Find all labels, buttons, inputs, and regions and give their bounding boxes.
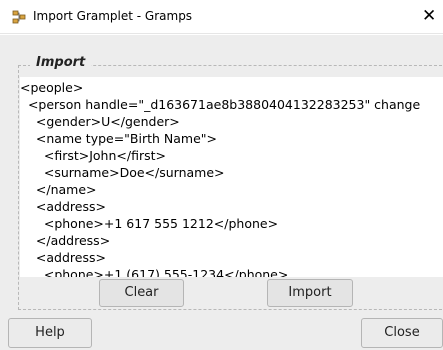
editor-line: <phone>+1 617 555 1212</phone> xyxy=(20,216,279,231)
editor-line: <name type="Birth Name"> xyxy=(20,131,218,146)
import-text-editor[interactable]: <people> <person handle="_d163671ae8b388… xyxy=(20,77,443,277)
editor-line: </address> xyxy=(20,233,111,248)
help-button[interactable]: Help xyxy=(8,318,92,348)
clear-button[interactable]: Clear xyxy=(99,279,184,307)
editor-line: <address> xyxy=(20,250,106,265)
window-title: Import Gramplet - Gramps xyxy=(33,9,193,23)
import-button[interactable]: Import xyxy=(267,279,353,307)
close-button[interactable]: Close xyxy=(361,318,443,348)
editor-line: </name> xyxy=(20,182,97,197)
editor-line: <phone>+1 (617) 555-1234</phone> xyxy=(20,267,289,277)
editor-line: <address> xyxy=(20,199,106,214)
editor-line: <surname>Doe</surname> xyxy=(20,165,225,180)
import-frame-label: Import xyxy=(30,55,92,70)
gramps-app-icon xyxy=(12,10,26,24)
window-close-icon[interactable]: ✕ xyxy=(422,6,436,26)
title-bar: Import Gramplet - Gramps ✕ xyxy=(0,0,443,34)
editor-line: <person handle="_d163671ae8b388040413228… xyxy=(20,97,421,112)
editor-line: <people> xyxy=(20,80,84,95)
editor-line: <gender>U</gender> xyxy=(20,114,180,129)
editor-line: <first>John</first> xyxy=(20,148,166,163)
